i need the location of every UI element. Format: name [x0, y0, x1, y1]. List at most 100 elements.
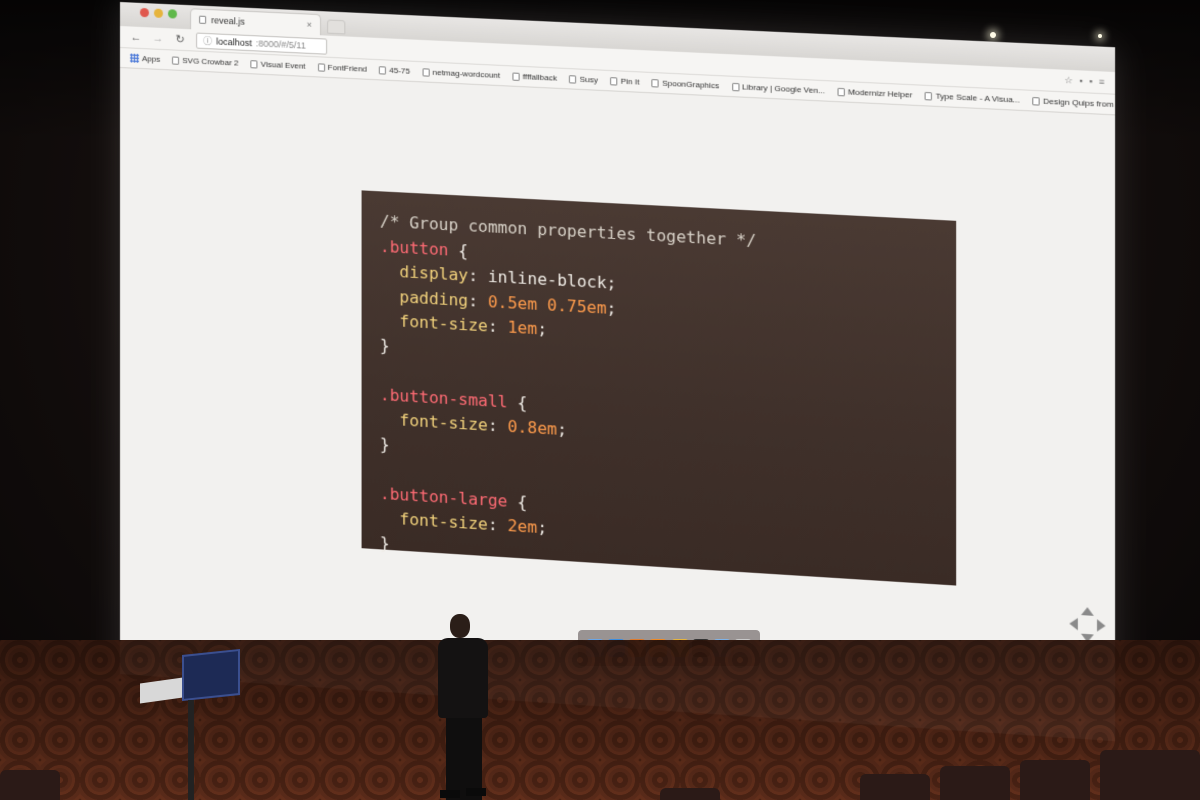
zoom-window-button[interactable] [168, 9, 178, 19]
code-token: { [448, 239, 469, 261]
menu-icon[interactable]: ≡ [1099, 76, 1105, 88]
code-token: : [487, 316, 508, 337]
code-token: } [379, 433, 390, 454]
page-icon [199, 15, 207, 24]
forward-arrow-icon[interactable]: → [152, 32, 164, 45]
code-token: .button-small [379, 384, 508, 412]
bookmark-label: Type Scale - A Visua... [935, 91, 1020, 105]
theater-seat [660, 788, 720, 800]
theater-seat [940, 766, 1010, 800]
lectern [182, 648, 240, 702]
code-token: : [487, 514, 508, 536]
modernizr-icon [837, 87, 845, 96]
presenter-shoe [440, 790, 460, 798]
code-token: font-size [379, 409, 488, 435]
bookmark-label: Apps [141, 54, 161, 64]
nav-up-arrow-icon[interactable] [1081, 606, 1094, 616]
minimize-window-button[interactable] [153, 8, 164, 18]
page-icon [317, 62, 325, 72]
bookmark-label: 45-75 [389, 65, 411, 76]
code-token: 1em [507, 317, 538, 339]
bookmark-item[interactable]: Susy [569, 74, 598, 85]
bookmark-item[interactable]: Apps [129, 53, 161, 64]
bookmark-item[interactable]: Type Scale - A Visua... [924, 91, 1020, 105]
presenter-body [438, 638, 488, 718]
code-token: 0.5em 0.75em [487, 291, 607, 318]
bookmark-item[interactable]: Design Quips from Z... [1032, 96, 1115, 110]
nav-left-arrow-icon[interactable] [1069, 617, 1078, 631]
code-token: } [379, 335, 390, 355]
bookmark-label: Visual Event [260, 59, 306, 71]
code-token: ; [556, 419, 567, 440]
code-block: /* Group common properties together */.b… [361, 190, 957, 586]
bookmark-item[interactable]: ffffallback [512, 71, 557, 83]
code-token: 2em [507, 515, 538, 537]
page-icon [610, 76, 618, 86]
code-token: font-size [379, 507, 488, 534]
bookmark-label: SVG Crowbar 2 [182, 55, 239, 68]
ceiling-light [1098, 34, 1102, 38]
bookmark-item[interactable]: 45-75 [379, 65, 410, 76]
spoongraphics-icon [651, 78, 660, 88]
page-icon [172, 55, 180, 65]
extension-icon[interactable]: ▪ [1089, 76, 1092, 88]
page-icon [422, 67, 430, 77]
bookmark-label: FontFriend [327, 62, 367, 74]
ceiling-light [990, 32, 996, 38]
presenter-shoe [466, 788, 486, 796]
address-bar[interactable]: ⓘ localhost:8000/#/5/11 [196, 32, 328, 55]
bookmark-label: Library | Google Ven... [742, 82, 825, 96]
bookmark-label: Modernizr Helper [848, 87, 913, 100]
bookmark-item[interactable]: SpoonGraphics [651, 78, 720, 91]
code-token: : [487, 415, 508, 436]
bookmark-item[interactable]: SVG Crowbar 2 [172, 55, 239, 68]
tab-title: reveal.js [211, 15, 245, 27]
apps-grid-icon [129, 53, 139, 63]
bookmark-label: netmag-wordcount [432, 67, 501, 81]
page-info-icon: ⓘ [203, 35, 213, 47]
page-icon [924, 91, 933, 101]
code-token: : [468, 290, 488, 311]
code-token: ; [537, 318, 548, 339]
code-token: } [379, 532, 390, 553]
extension-icon[interactable]: ▪ [1079, 76, 1082, 88]
bookmark-label: Susy [579, 74, 598, 85]
back-arrow-icon[interactable]: ← [130, 31, 142, 44]
tab-close-icon[interactable]: × [307, 20, 312, 30]
code-token: .button [379, 236, 449, 260]
nav-right-arrow-icon[interactable] [1096, 619, 1106, 633]
new-tab-button[interactable] [327, 19, 346, 35]
bookmark-star-icon[interactable]: ☆ [1064, 75, 1073, 87]
theater-seat [860, 774, 930, 800]
bookmark-item[interactable]: FontFriend [317, 62, 367, 74]
susy-icon [569, 74, 577, 84]
page-icon [379, 65, 387, 75]
window-controls [139, 7, 178, 19]
code-token: font-size [379, 310, 488, 336]
lectern-stand [188, 700, 194, 800]
reload-icon[interactable]: ↻ [174, 33, 186, 47]
bookmark-label: SpoonGraphics [662, 78, 720, 91]
code-token: ; [606, 297, 617, 318]
bookmark-item[interactable]: Library | Google Ven... [731, 82, 825, 96]
page-icon [250, 59, 258, 69]
code-token: display [379, 260, 469, 285]
bookmark-item[interactable]: Modernizr Helper [837, 87, 913, 100]
bookmark-label: ffffallback [522, 71, 557, 83]
close-window-button[interactable] [139, 7, 149, 18]
theater-seat [0, 770, 60, 800]
bookmark-item[interactable]: Visual Event [250, 59, 306, 71]
gf-icon [731, 82, 740, 91]
presenter-head [450, 614, 470, 638]
zeldman-icon [1032, 96, 1040, 106]
page-icon [512, 72, 520, 81]
theater-seat [1020, 760, 1090, 800]
slide-navigation-controls [1069, 606, 1106, 643]
url-host: localhost [216, 35, 252, 48]
code-token: { [507, 391, 528, 413]
bookmark-item[interactable]: netmag-wordcount [422, 67, 500, 80]
code-token: ; [537, 517, 548, 538]
code-token: padding [379, 285, 469, 310]
extension-icons: ☆ ▪ ▪ ≡ [1064, 75, 1104, 88]
bookmark-item[interactable]: Pin It [610, 76, 639, 87]
